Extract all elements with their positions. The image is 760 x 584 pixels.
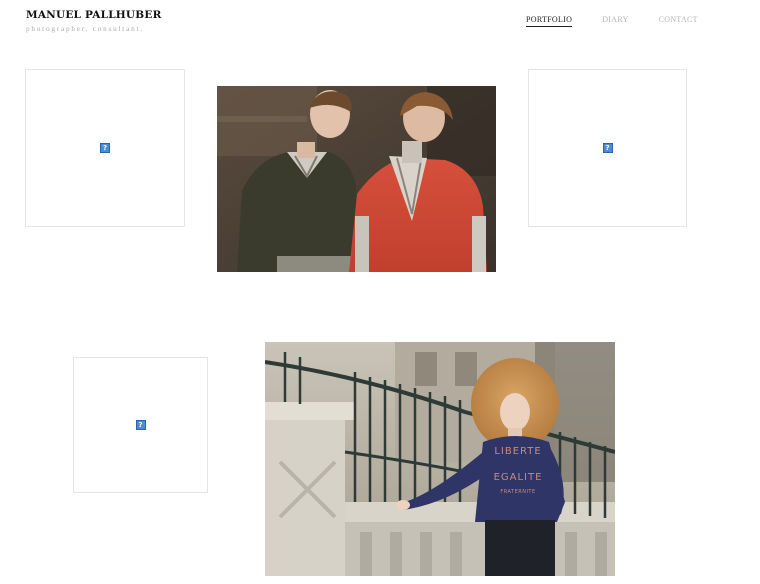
sweater-text-line-2: EGALITE (494, 472, 543, 483)
gallery-photo-2[interactable]: LIBERTE EGALITE FRATERNITE (265, 342, 615, 576)
broken-image-icon: ? (602, 143, 613, 153)
nav-diary[interactable]: DIARY (602, 15, 628, 27)
nav-portfolio[interactable]: PORTFOLIO (526, 15, 573, 27)
site-title[interactable]: MANUEL PALLHUBER (26, 9, 162, 21)
two-male-models-photo (217, 86, 496, 272)
sweater-text-line-3: FRATERNITE (500, 489, 535, 495)
sweater-text-line-1: LIBERTE (494, 446, 541, 457)
site-tagline: photographer. consultant. (26, 25, 144, 33)
nav-contact[interactable]: CONTACT (659, 15, 698, 27)
gallery-photo-1[interactable] (217, 86, 496, 272)
woman-curly-hair-liberte-sweater-photo: LIBERTE EGALITE FRATERNITE (265, 342, 615, 576)
main-nav: PORTFOLIO DIARY CONTACT (526, 15, 698, 27)
site-brand[interactable]: MANUEL PALLHUBER photographer. consultan… (26, 9, 162, 33)
broken-image-icon: ? (100, 143, 110, 153)
broken-image-icon: ? (135, 420, 146, 430)
gallery-placeholder-2[interactable]: ? (528, 69, 687, 227)
gallery-placeholder-1[interactable]: ? (25, 69, 185, 227)
gallery-placeholder-3[interactable]: ? (73, 357, 208, 493)
